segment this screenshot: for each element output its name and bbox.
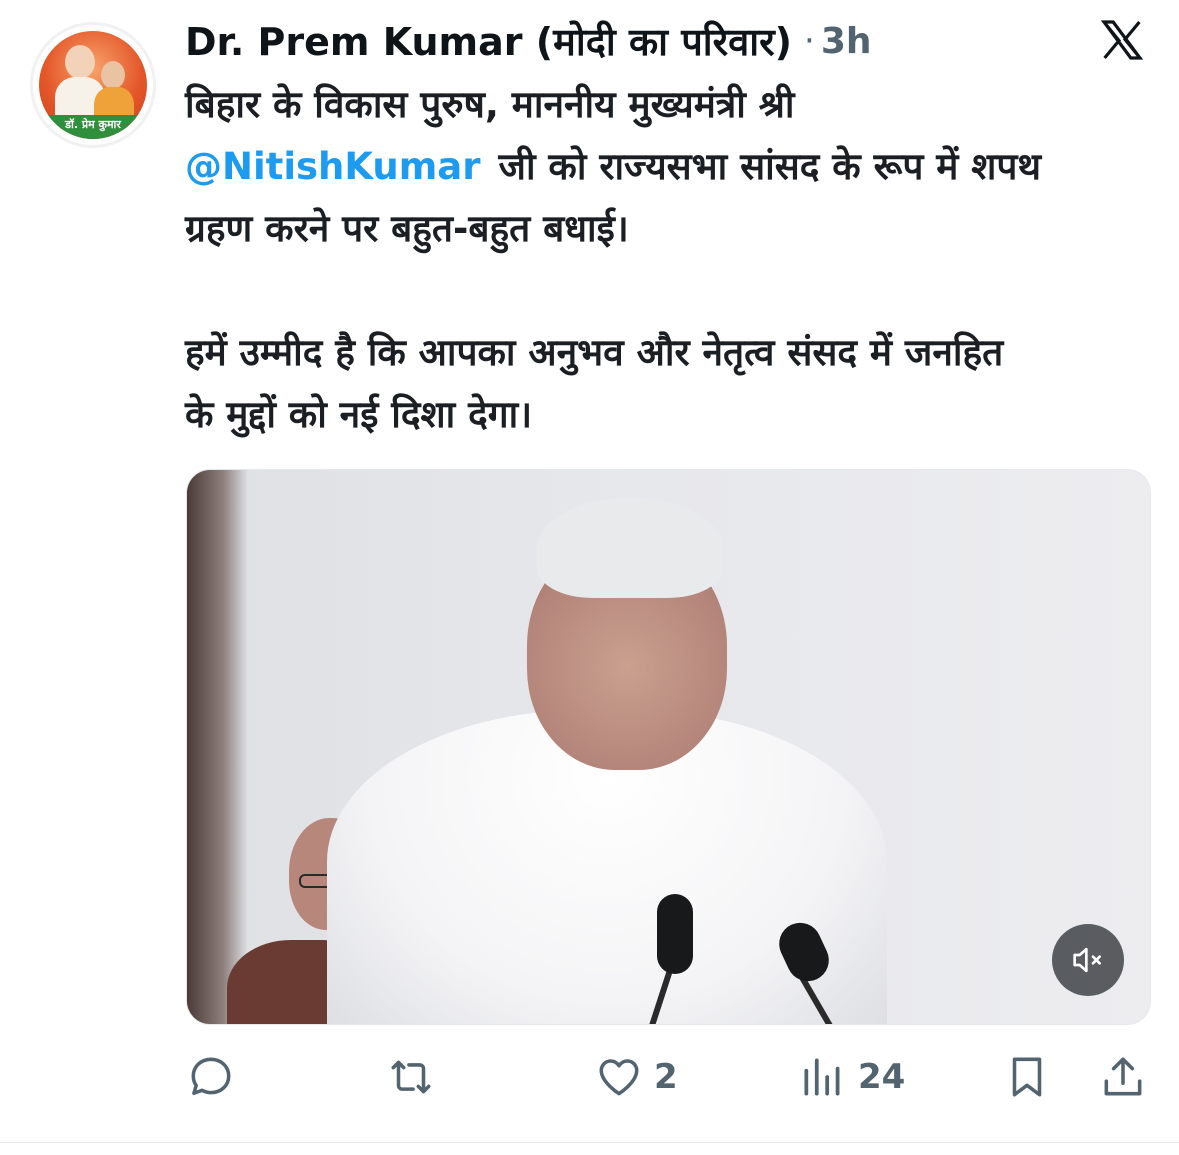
tweet-line-5: के मुद्दों को नई दिशा देगा। <box>185 393 533 436</box>
tweet-line-2-text: जी को राज्यसभा सांसद के रूप में शपथ <box>498 145 1042 188</box>
x-logo-icon[interactable] <box>1096 16 1148 64</box>
retweet-button[interactable] <box>386 1046 446 1108</box>
bookmark-icon <box>1012 1057 1042 1097</box>
heart-icon <box>599 1059 639 1096</box>
views-count: 24 <box>858 1057 906 1097</box>
tweet-action-bar: 2 24 <box>186 1046 1151 1108</box>
time-separator: · <box>804 21 815 61</box>
share-icon <box>1104 1057 1142 1096</box>
unmute-button[interactable] <box>1052 924 1124 996</box>
tweet-timestamp[interactable]: 3h <box>821 21 872 62</box>
mention-link[interactable]: @NitishKumar <box>185 145 481 188</box>
avatar-face-left <box>65 45 95 79</box>
tweet-line-4: हमें उम्मीद है कि आपका अनुभव और नेतृत्व … <box>185 331 1004 374</box>
avatar-face-right <box>101 61 125 89</box>
video-background-edge <box>187 470 247 1024</box>
tweet-header: Dr. Prem Kumar (मोदी का परिवार) · 3h <box>185 14 872 68</box>
speaker-muted-icon <box>1073 947 1101 973</box>
like-button[interactable]: 2 <box>594 1046 678 1108</box>
retweet-icon <box>391 1060 431 1094</box>
tweet-card: डॉ. प्रेम कुमार Dr. Prem Kumar (मोदी का … <box>0 0 1179 1155</box>
author-avatar[interactable]: डॉ. प्रेम कुमार <box>30 22 156 148</box>
tweet-line-3: ग्रहण करने पर बहुत-बहुत बधाई। <box>185 207 629 250</box>
reply-icon <box>191 1057 231 1096</box>
tweet-line-1: बिहार के विकास पुरुष, माननीय मुख्यमंत्री… <box>185 83 795 126</box>
tweet-text: बिहार के विकास पुरुष, माननीय मुख्यमंत्री… <box>185 74 1155 446</box>
author-display-name[interactable]: Dr. Prem Kumar (मोदी का परिवार) <box>185 15 792 67</box>
avatar-badge-text: डॉ. प्रेम कुमार <box>39 115 147 139</box>
avatar-image: डॉ. प्रेम कुमार <box>39 31 147 139</box>
microphone-left <box>657 894 693 974</box>
video-person-main-hair <box>537 498 723 598</box>
views-chart-icon <box>804 1058 840 1096</box>
reply-button[interactable] <box>186 1046 246 1108</box>
share-button[interactable] <box>1098 1046 1148 1108</box>
like-count: 2 <box>654 1057 678 1097</box>
video-player[interactable] <box>186 469 1151 1025</box>
bookmark-button[interactable] <box>1002 1046 1052 1108</box>
views-button[interactable]: 24 <box>798 1046 905 1108</box>
tweet-divider <box>0 1142 1179 1143</box>
tweet-line-2: @NitishKumar जी को राज्यसभा सांसद के रूप … <box>185 136 1155 198</box>
